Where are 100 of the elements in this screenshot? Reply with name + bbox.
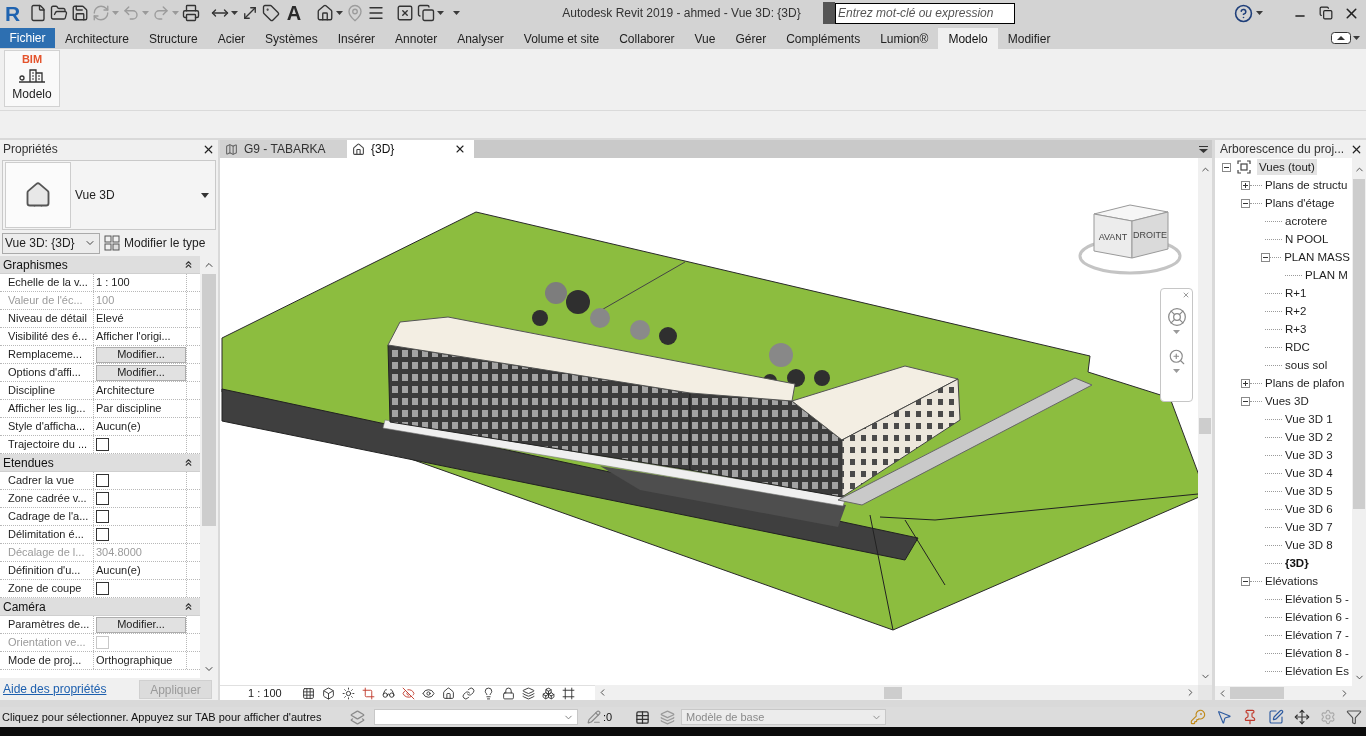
tree-item[interactable]: {3D} (1283, 555, 1311, 571)
house-icon[interactable] (442, 686, 455, 700)
checkbox[interactable] (96, 492, 109, 505)
ribbon-tab[interactable]: Fichier (0, 28, 55, 48)
tree-item[interactable]: Vues (tout) (1257, 159, 1317, 175)
property-group-header[interactable]: Graphismes (0, 256, 200, 274)
zoom-icon[interactable] (1167, 348, 1186, 366)
tag-icon[interactable] (262, 4, 280, 22)
help-icon[interactable] (1234, 3, 1253, 23)
plus-box-icon[interactable] (1241, 180, 1250, 190)
lightbulb-icon[interactable] (482, 686, 495, 700)
property-group-header[interactable]: Caméra (0, 598, 200, 616)
app-logo[interactable]: R (5, 2, 23, 24)
property-value[interactable]: Architecture (96, 382, 155, 399)
ribbon-tab[interactable]: Volume et site (513, 28, 610, 49)
boxes-icon[interactable] (542, 686, 555, 700)
tree-item[interactable]: R+2 (1283, 303, 1309, 319)
view-scale[interactable]: 1 : 100 (248, 684, 302, 702)
crop-icon[interactable] (362, 686, 375, 700)
type-selector[interactable]: Vue 3D (2, 160, 216, 230)
tree-item[interactable]: Plans de structu (1263, 177, 1350, 193)
tree-item[interactable]: acrotere (1283, 213, 1330, 229)
tree-item[interactable]: N POOL (1283, 231, 1331, 247)
lock-icon[interactable] (502, 686, 515, 700)
modify-button[interactable]: Modifier... (96, 616, 186, 633)
tree-item[interactable]: Elévations (1263, 573, 1321, 589)
link-icon[interactable] (462, 686, 475, 700)
tree-item[interactable]: PLAN MASS (1282, 249, 1352, 265)
caret-icon[interactable] (1256, 11, 1263, 15)
minus-box-icon[interactable] (1261, 252, 1270, 262)
property-value[interactable]: Elevé (96, 310, 124, 327)
view-tab[interactable]: G9 - TABARKA (220, 140, 347, 158)
tree-item[interactable]: Vues 3D (1263, 393, 1311, 409)
tree-item[interactable]: Vue 3D 2 (1283, 429, 1335, 445)
tree-item[interactable]: RDC (1283, 339, 1312, 355)
minus-box-icon[interactable] (1241, 198, 1250, 208)
ribbon-tab[interactable]: Architecture (55, 28, 140, 49)
tree-item[interactable]: Vue 3D 3 (1283, 447, 1335, 463)
minus-box-icon[interactable] (1241, 576, 1250, 586)
menu-caret-icon[interactable] (1199, 146, 1208, 153)
property-value[interactable]: Par discipline (96, 400, 162, 417)
search-field[interactable]: Entrez mot-clé ou expression (835, 2, 1015, 24)
frame-icon[interactable] (562, 686, 575, 700)
collapse-icon[interactable] (183, 601, 194, 612)
checkbox[interactable] (96, 510, 109, 523)
tree-item[interactable]: R+1 (1283, 285, 1309, 301)
ribbon-tab[interactable]: Insérer (327, 28, 386, 49)
ribbon-tab[interactable]: Systèmes (255, 28, 328, 49)
tree-item[interactable]: Vue 3D 1 (1283, 411, 1335, 427)
ribbon-tab[interactable]: Structure (139, 28, 208, 49)
house-icon[interactable] (316, 4, 334, 22)
tree-item[interactable]: PLAN M (1303, 267, 1350, 283)
lifebuoy-icon[interactable] (1166, 307, 1187, 327)
plus-box-icon[interactable] (1241, 378, 1250, 388)
file-icon[interactable] (29, 4, 47, 22)
help-link[interactable]: Aide des propriétés (0, 680, 107, 698)
caret-icon[interactable] (453, 11, 460, 15)
sun-icon[interactable] (342, 686, 355, 700)
tree-item[interactable]: Elévation 5 - (1283, 591, 1351, 607)
square-x-icon[interactable] (396, 4, 414, 22)
view-selector-dropdown[interactable]: Vue 3D: {3D} (2, 232, 100, 254)
diagonal-arrows-icon[interactable] (241, 4, 259, 22)
tree-item[interactable]: sous sol (1283, 357, 1330, 373)
checkbox[interactable] (96, 528, 109, 541)
ribbon-tab[interactable]: Modelo (938, 28, 998, 49)
scrollbar-thumb[interactable] (202, 274, 216, 526)
scrollbar-thumb[interactable] (1353, 179, 1365, 509)
eye-icon[interactable] (422, 686, 435, 700)
ribbon-tab[interactable]: Modifier (997, 28, 1061, 49)
tree-item[interactable]: Plans d'étage (1263, 195, 1337, 211)
modify-button[interactable]: Modifier... (96, 346, 186, 363)
collapse-icon[interactable] (183, 457, 194, 468)
property-group-header[interactable]: Etendues (0, 454, 200, 472)
caret-icon[interactable] (336, 11, 343, 15)
modelo-tool-button[interactable]: BIM Modelo (4, 50, 60, 107)
minus-box-icon[interactable] (1241, 396, 1250, 406)
tree-item[interactable]: Elévation Es (1283, 663, 1351, 679)
edit-type-button[interactable]: Modifier le type (104, 233, 206, 253)
tree-item[interactable]: Vue 3D 4 (1283, 465, 1335, 481)
pointer-icon[interactable] (1216, 709, 1232, 725)
view-cube[interactable] (1078, 204, 1182, 275)
modify-button[interactable]: Modifier... (96, 364, 186, 381)
minus-box-icon[interactable] (1222, 162, 1231, 172)
tree-item[interactable]: Elévation 7 - (1283, 627, 1351, 643)
tree-item[interactable]: Elévation 6 - (1283, 609, 1351, 625)
lines-icon[interactable] (367, 4, 385, 22)
ribbon-tab[interactable]: Collaborer (609, 28, 685, 49)
panel-toggle-icon[interactable] (1331, 32, 1351, 44)
scrollbar-thumb[interactable] (1199, 418, 1211, 434)
save-icon[interactable] (71, 4, 89, 22)
ribbon-tab[interactable]: Lumion® (870, 28, 939, 49)
ribbon-tab[interactable]: Annoter (385, 28, 448, 49)
pin-icon[interactable] (1242, 709, 1258, 725)
property-value[interactable]: Aucun(e) (96, 418, 141, 435)
view-tab[interactable]: {3D} (347, 140, 474, 158)
grid-icon[interactable] (302, 686, 315, 700)
property-value[interactable]: Orthographique (96, 652, 173, 669)
tree-item[interactable]: Plans de plafon (1263, 375, 1347, 391)
printer-icon[interactable] (182, 4, 200, 22)
tree-item[interactable]: R+3 (1283, 321, 1309, 337)
